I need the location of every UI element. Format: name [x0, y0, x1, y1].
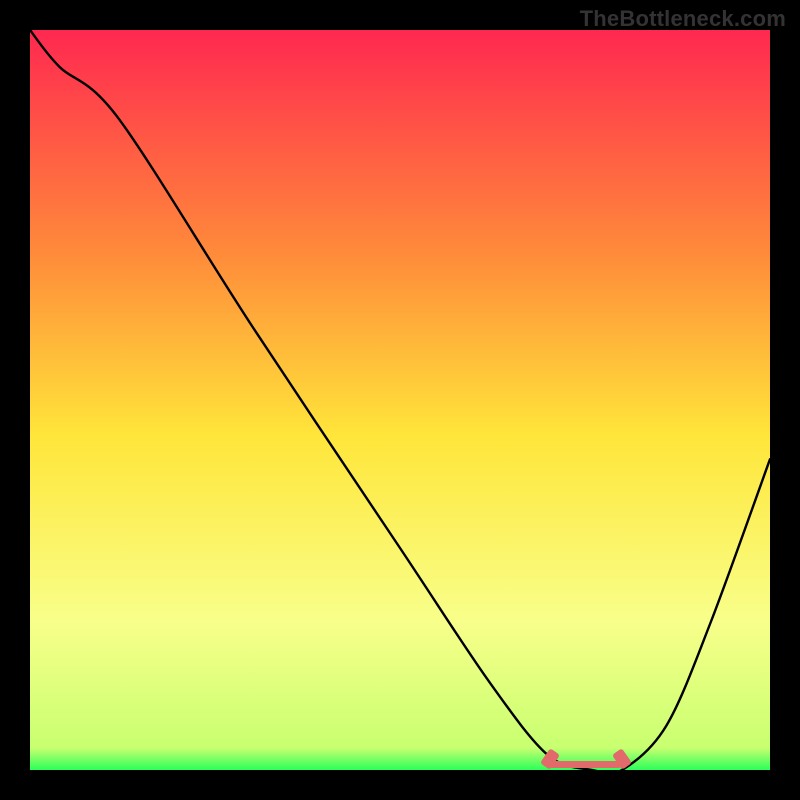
plot-svg [30, 30, 770, 770]
gradient-background [30, 30, 770, 770]
chart-frame: TheBottleneck.com [0, 0, 800, 800]
plot-area [30, 30, 770, 770]
watermark-text: TheBottleneck.com [580, 6, 786, 32]
valley-accent-flat [548, 761, 622, 768]
